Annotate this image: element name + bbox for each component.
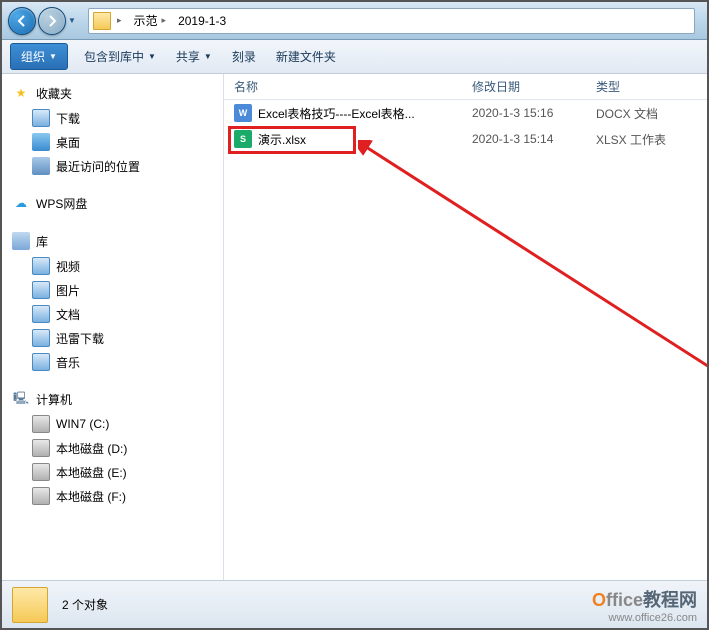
download-icon: [32, 329, 50, 347]
chevron-down-icon: ▼: [204, 52, 212, 61]
file-type: XLSX 工作表: [586, 131, 707, 148]
sidebar-item-desktop[interactable]: 桌面: [2, 130, 223, 154]
sidebar-item-drive-c[interactable]: WIN7 (C:): [2, 412, 223, 436]
sidebar-label: 本地磁盘 (D:): [56, 440, 127, 457]
star-icon: ★: [12, 84, 30, 102]
file-name: 演示.xlsx: [258, 131, 306, 148]
include-button[interactable]: 包含到库中 ▼: [74, 44, 166, 69]
organize-button[interactable]: 组织 ▼: [10, 43, 68, 70]
file-type: DOCX 文档: [586, 105, 707, 122]
computer-icon: 🖳: [12, 390, 30, 408]
share-label: 共享: [176, 48, 200, 65]
sidebar-item-drive-f[interactable]: 本地磁盘 (F:): [2, 484, 223, 508]
sidebar-label: WPS网盘: [36, 195, 87, 212]
sidebar-item-documents[interactable]: 文档: [2, 302, 223, 326]
file-date: 2020-1-3 15:16: [462, 106, 586, 120]
burn-label: 刻录: [232, 48, 256, 65]
sidebar-label: 图片: [56, 282, 80, 299]
picture-icon: [32, 281, 50, 299]
chevron-down-icon: ▼: [49, 52, 57, 61]
sidebar-label: 本地磁盘 (E:): [56, 464, 127, 481]
document-icon: [32, 305, 50, 323]
file-list-pane: 名称 修改日期 类型 W Excel表格技巧----Excel表格... 202…: [224, 74, 707, 580]
breadcrumb-label: 示范: [134, 12, 158, 29]
sidebar-item-drive-d[interactable]: 本地磁盘 (D:): [2, 436, 223, 460]
sidebar-favorites-header[interactable]: ★ 收藏夹: [2, 80, 223, 106]
docx-icon: W: [234, 104, 252, 122]
sidebar: ★ 收藏夹 下载 桌面 最近访问的位置 ☁: [2, 74, 224, 580]
sidebar-label: 文档: [56, 306, 80, 323]
burn-button[interactable]: 刻录: [222, 44, 266, 69]
sidebar-item-pictures[interactable]: 图片: [2, 278, 223, 302]
status-count: 2 个对象: [62, 596, 108, 613]
sidebar-label: 视频: [56, 258, 80, 275]
sidebar-item-videos[interactable]: 视频: [2, 254, 223, 278]
main-pane: ★ 收藏夹 下载 桌面 最近访问的位置 ☁: [2, 74, 707, 580]
include-label: 包含到库中: [84, 48, 144, 65]
organize-label: 组织: [21, 48, 45, 65]
folder-icon: [93, 12, 111, 30]
sidebar-label: 桌面: [56, 134, 80, 151]
status-bar: 2 个对象 Office教程网 www.office26.com: [2, 580, 707, 628]
sidebar-wps-header[interactable]: ☁ WPS网盘: [2, 190, 223, 216]
cloud-icon: ☁: [12, 194, 30, 212]
folder-icon: [12, 587, 48, 623]
sidebar-item-recent[interactable]: 最近访问的位置: [2, 154, 223, 178]
history-dropdown[interactable]: ▼: [68, 7, 82, 35]
drive-icon: [32, 439, 50, 457]
annotation-arrow: [358, 140, 709, 400]
breadcrumb-label: 2019-1-3: [178, 14, 226, 28]
column-header-name[interactable]: 名称: [224, 78, 462, 95]
drive-icon: [32, 487, 50, 505]
back-button[interactable]: [8, 7, 36, 35]
sidebar-computer-header[interactable]: 🖳 计算机: [2, 386, 223, 412]
column-header-date[interactable]: 修改日期: [462, 78, 586, 95]
drive-icon: [32, 463, 50, 481]
sidebar-label: 本地磁盘 (F:): [56, 488, 126, 505]
breadcrumb-seg-2[interactable]: 2019-1-3: [174, 9, 230, 33]
sidebar-label: 计算机: [36, 391, 72, 408]
chevron-down-icon: ▼: [148, 52, 156, 61]
sidebar-label: 最近访问的位置: [56, 158, 140, 175]
sidebar-label: 库: [36, 233, 48, 250]
sidebar-item-xunlei[interactable]: 迅雷下载: [2, 326, 223, 350]
breadcrumb-seg-1[interactable]: 示范 ▸: [130, 9, 175, 33]
column-header-type[interactable]: 类型: [586, 78, 707, 95]
xlsx-icon: S: [234, 130, 252, 148]
file-row[interactable]: S 演示.xlsx 2020-1-3 15:14 XLSX 工作表: [224, 126, 707, 152]
breadcrumb-root[interactable]: ▸: [89, 9, 130, 33]
column-headers: 名称 修改日期 类型: [224, 74, 707, 100]
new-folder-label: 新建文件夹: [276, 48, 336, 65]
new-folder-button[interactable]: 新建文件夹: [266, 44, 346, 69]
file-date: 2020-1-3 15:14: [462, 132, 586, 146]
forward-button[interactable]: [38, 7, 66, 35]
chevron-right-icon: ▸: [158, 15, 171, 26]
sidebar-libraries-header[interactable]: 库: [2, 228, 223, 254]
explorer-window: ▼ ▸ 示范 ▸ 2019-1-3 组织 ▼ 包含到库中 ▼ 共享 ▼: [0, 0, 709, 630]
address-bar[interactable]: ▸ 示范 ▸ 2019-1-3: [88, 8, 695, 34]
recent-icon: [32, 157, 50, 175]
desktop-icon: [32, 133, 50, 151]
share-button[interactable]: 共享 ▼: [166, 44, 222, 69]
sidebar-label: 下载: [56, 110, 80, 127]
sidebar-item-downloads[interactable]: 下载: [2, 106, 223, 130]
drive-icon: [32, 415, 50, 433]
toolbar: 组织 ▼ 包含到库中 ▼ 共享 ▼ 刻录 新建文件夹: [2, 40, 707, 74]
nav-bar: ▼ ▸ 示范 ▸ 2019-1-3: [2, 2, 707, 40]
sidebar-label: 迅雷下载: [56, 330, 104, 347]
download-icon: [32, 109, 50, 127]
library-icon: [12, 232, 30, 250]
file-row[interactable]: W Excel表格技巧----Excel表格... 2020-1-3 15:16…: [224, 100, 707, 126]
sidebar-label: WIN7 (C:): [56, 417, 109, 431]
sidebar-item-drive-e[interactable]: 本地磁盘 (E:): [2, 460, 223, 484]
sidebar-label: 音乐: [56, 354, 80, 371]
music-icon: [32, 353, 50, 371]
chevron-right-icon: ▸: [113, 15, 126, 26]
file-name: Excel表格技巧----Excel表格...: [258, 105, 415, 122]
sidebar-label: 收藏夹: [36, 85, 72, 102]
video-icon: [32, 257, 50, 275]
sidebar-item-music[interactable]: 音乐: [2, 350, 223, 374]
watermark: Office教程网 www.office26.com: [592, 586, 697, 624]
